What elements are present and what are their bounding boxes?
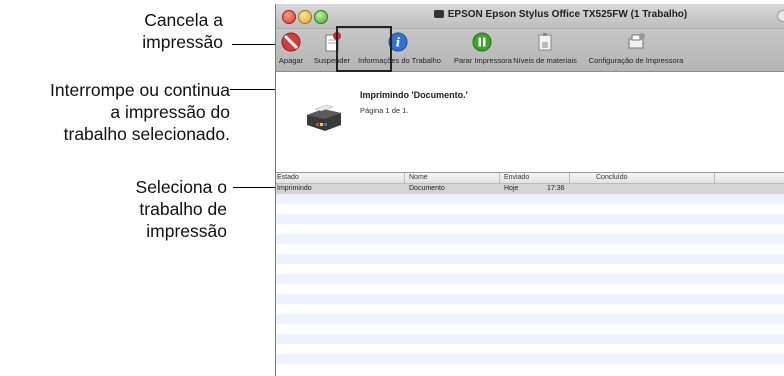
page-progress: Página 1 de 1.	[360, 106, 409, 115]
printer-settings-label: Configuração de Impressora	[588, 56, 684, 65]
column-divider	[499, 173, 500, 183]
leader-suspend	[230, 89, 278, 90]
annotation-cancel: Cancela a impressão	[60, 9, 223, 53]
close-window-button[interactable]	[282, 10, 296, 24]
annotation-select-line1: Seleciona o	[135, 177, 227, 197]
job-table: Estado Nome Enviado Concluído Imprimindo…	[276, 172, 784, 374]
stop-printer-icon	[471, 31, 493, 53]
empty-row	[276, 214, 784, 224]
col-nome[interactable]: Nome	[409, 173, 428, 183]
empty-row	[276, 274, 784, 284]
apagar-button[interactable]: Apagar	[276, 31, 306, 69]
cell-nome: Documento	[409, 185, 445, 192]
stop-printer-button[interactable]: Parar Impressora	[454, 31, 512, 69]
empty-row	[276, 244, 784, 254]
annotation-suspend-line3: trabalho selecionado.	[63, 124, 230, 144]
column-divider	[569, 173, 570, 183]
annotation-select: Seleciona o trabalho de impressão	[60, 176, 227, 242]
supply-levels-label: Níveis de materiais	[513, 56, 577, 65]
empty-rows	[276, 194, 784, 374]
supply-levels-icon	[534, 31, 556, 53]
annotation-suspend: Interrompe ou continua a impressão do tr…	[0, 79, 230, 145]
empty-row	[276, 294, 784, 304]
empty-row	[276, 194, 784, 204]
empty-row	[276, 284, 784, 294]
minimize-window-button[interactable]	[298, 10, 312, 24]
printer-small-icon	[433, 10, 444, 19]
printer-settings-icon	[625, 31, 647, 53]
empty-row	[276, 314, 784, 324]
column-divider	[404, 173, 405, 183]
table-row[interactable]: Imprimindo Documento Hoje 17:36	[276, 184, 784, 194]
empty-row	[276, 204, 784, 214]
empty-row	[276, 234, 784, 244]
cell-enviado-dia: Hoje	[504, 185, 519, 192]
col-estado[interactable]: Estado	[277, 173, 299, 183]
leader-select	[233, 187, 279, 188]
empty-row	[276, 324, 784, 334]
window-title-text: EPSON Epson Stylus Office TX525FW (1 Tra…	[447, 9, 688, 20]
window-title: EPSON Epson Stylus Office TX525FW (1 Tra…	[346, 9, 775, 20]
delete-icon	[280, 31, 302, 53]
col-concluido[interactable]: Concluído	[596, 173, 628, 183]
empty-row	[276, 354, 784, 364]
suspend-callout-box	[336, 26, 392, 72]
empty-row	[276, 224, 784, 234]
column-divider	[714, 173, 715, 183]
annotation-select-line3: impressão	[146, 221, 227, 241]
apagar-label: Apagar	[278, 56, 304, 65]
svg-text:i: i	[396, 36, 401, 50]
annotation-cancel-line1: Cancela a	[144, 10, 223, 30]
printing-document-title: Imprimindo 'Documento.'	[360, 90, 468, 100]
cell-estado: Imprimindo	[277, 185, 312, 192]
zoom-window-button[interactable]	[314, 10, 328, 24]
cell-enviado-hora: 17:36	[547, 185, 565, 192]
col-enviado[interactable]: Enviado	[504, 173, 529, 183]
supply-levels-button[interactable]: Níveis de materiais	[512, 31, 578, 69]
table-header: Estado Nome Enviado Concluído	[276, 172, 784, 184]
empty-row	[276, 334, 784, 344]
annotation-select-line2: trabalho de	[139, 199, 227, 219]
empty-row	[276, 264, 784, 274]
empty-row	[276, 304, 784, 314]
stop-printer-label: Parar Impressora	[454, 56, 512, 65]
current-job-info: Imprimindo 'Documento.' Página 1 de 1.	[276, 71, 784, 176]
annotation-cancel-line2: impressão	[142, 32, 223, 52]
printer-icon	[303, 101, 345, 133]
annotation-suspend-line2: a impressão do	[110, 102, 230, 122]
printer-settings-button[interactable]: Configuração de Impressora	[576, 31, 696, 69]
empty-row	[276, 254, 784, 264]
annotation-suspend-line1: Interrompe ou continua	[50, 80, 230, 100]
toolbar-toggle-button[interactable]	[777, 10, 784, 22]
empty-row	[276, 344, 784, 354]
